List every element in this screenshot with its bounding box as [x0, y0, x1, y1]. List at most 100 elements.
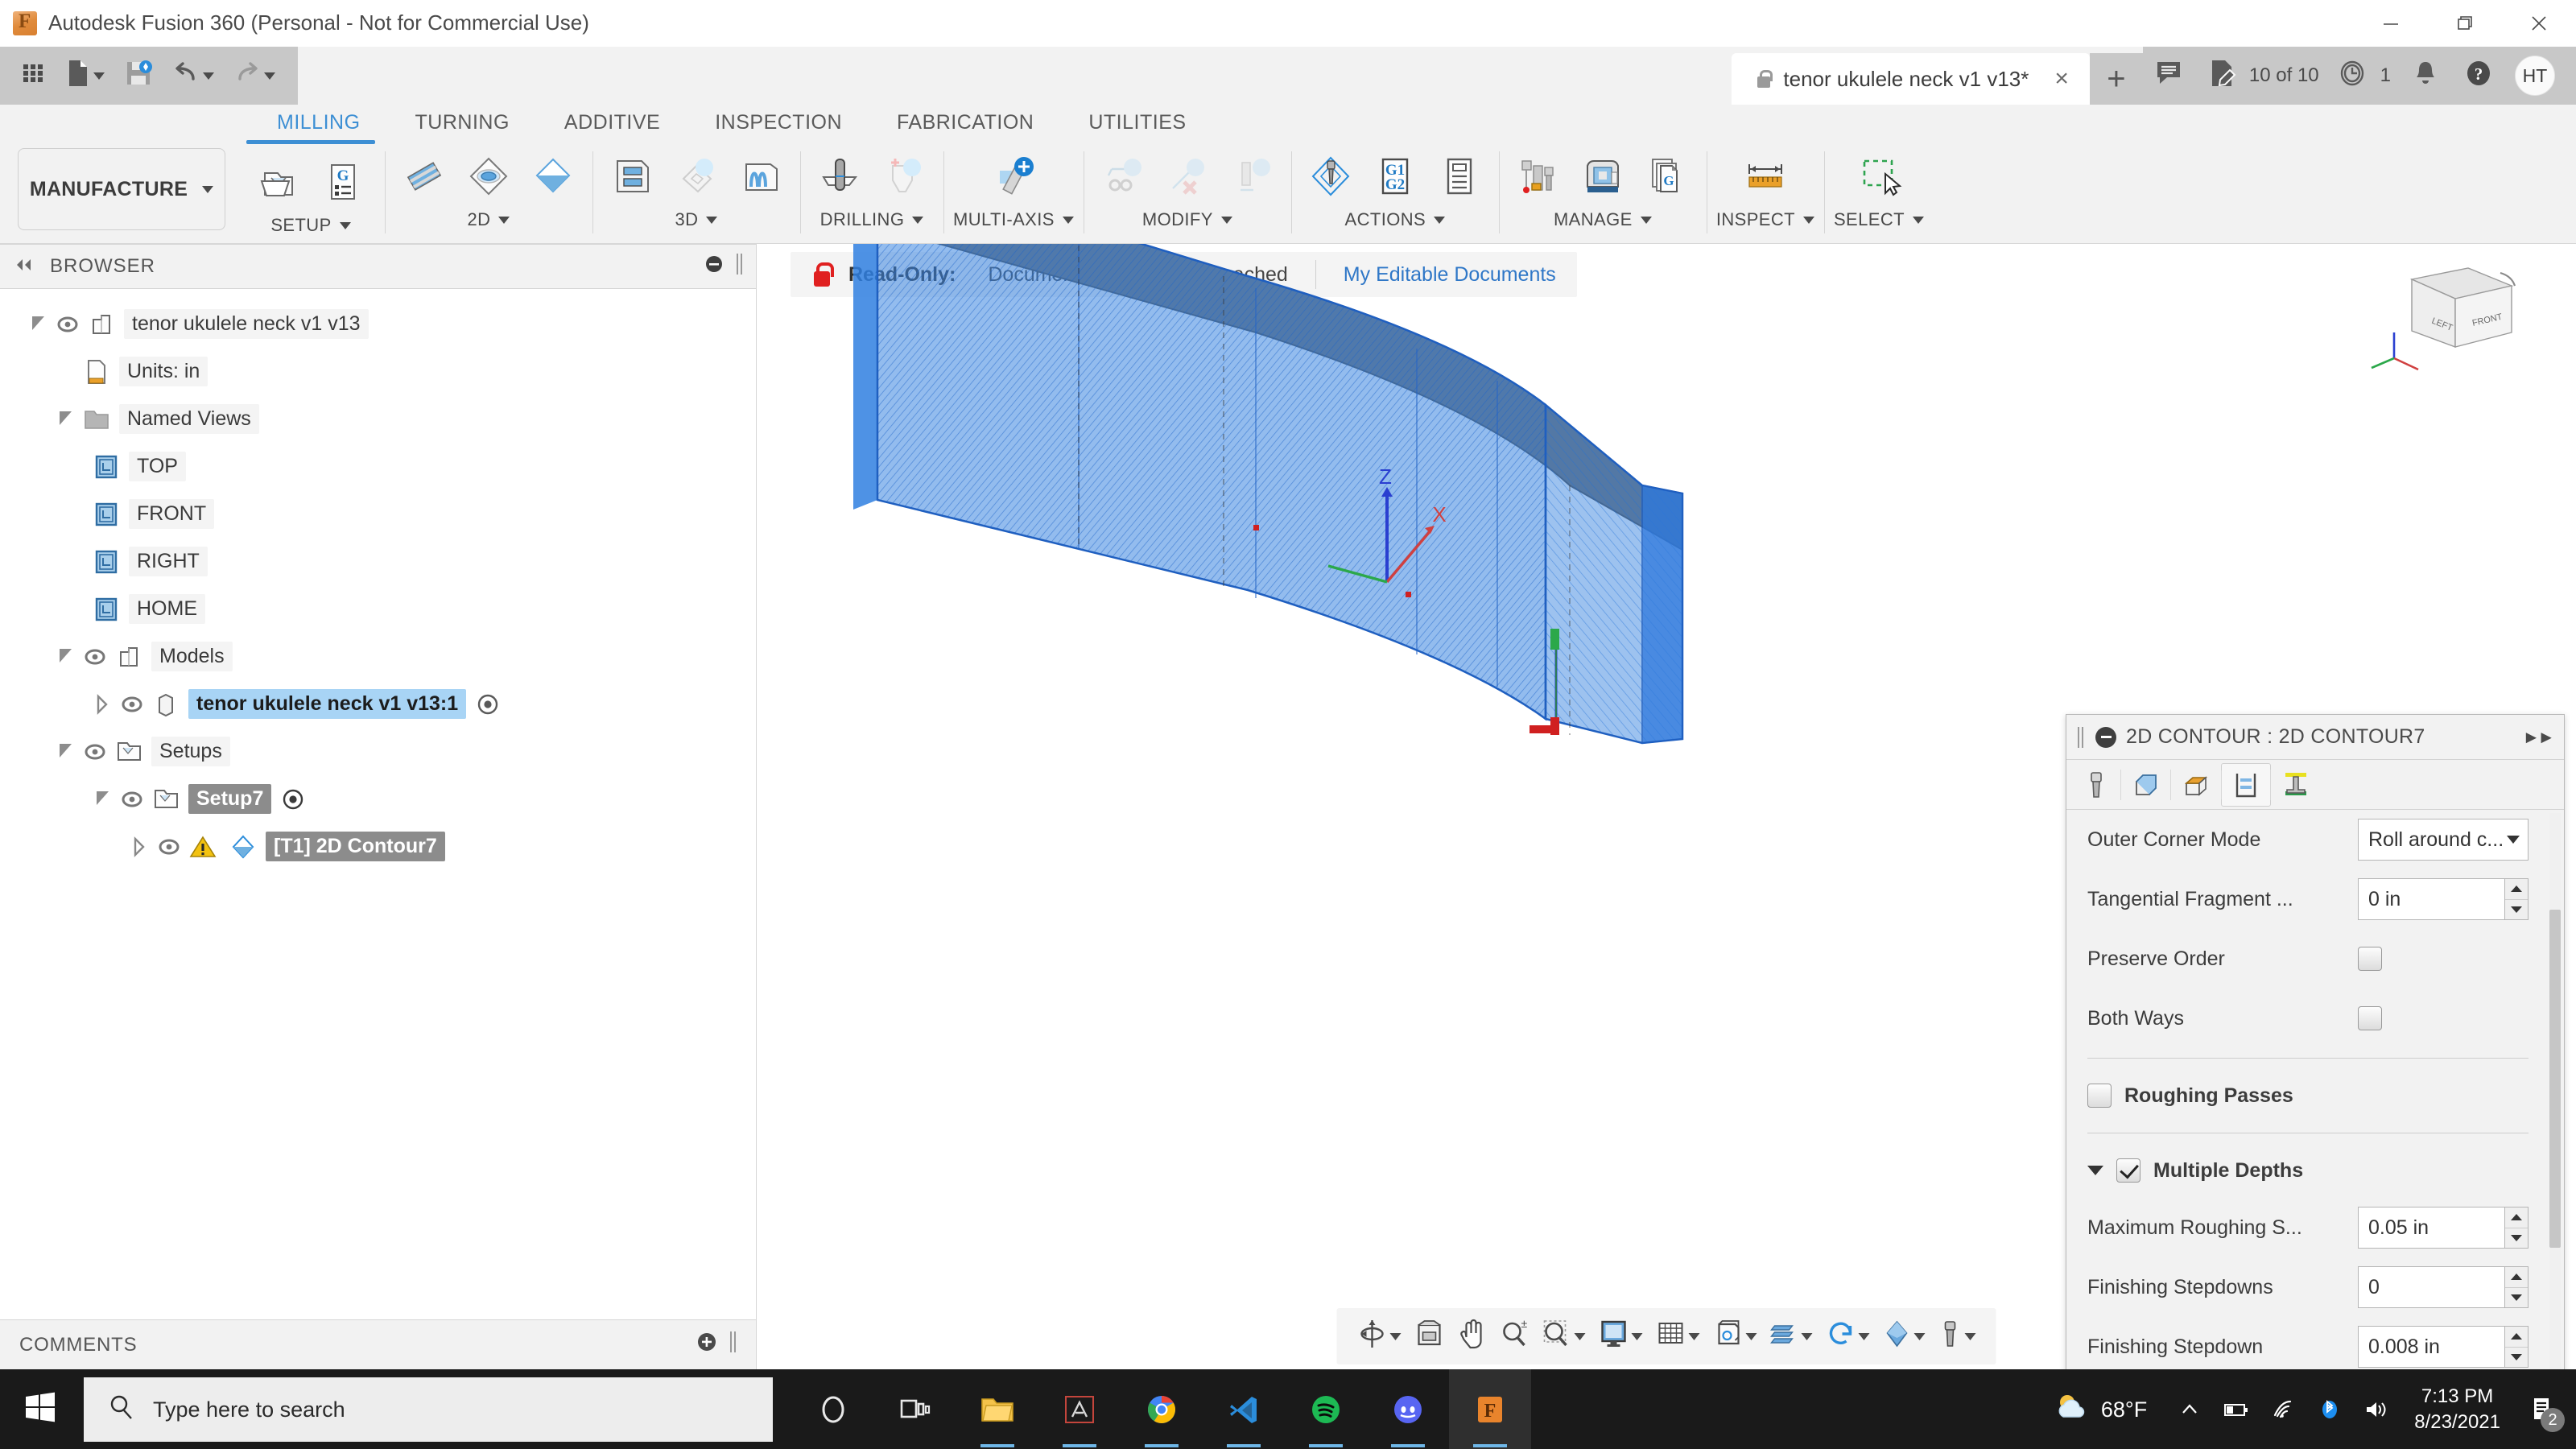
- redo-button[interactable]: [225, 53, 283, 98]
- autocad-button[interactable]: [1038, 1369, 1121, 1449]
- view-cube[interactable]: LEFT FRONT: [2362, 262, 2531, 382]
- stepper-buttons[interactable]: [2504, 1326, 2529, 1368]
- weather-widget[interactable]: 68°F: [2033, 1391, 2166, 1429]
- machine-library-button[interactable]: [1573, 147, 1633, 206]
- generate-nc-setup-button[interactable]: G: [313, 152, 373, 212]
- pocket-clearing-button[interactable]: [667, 147, 726, 206]
- avatar[interactable]: HT: [2515, 56, 2555, 96]
- tool-library-button[interactable]: [1509, 147, 1568, 206]
- wifi-icon[interactable]: [2260, 1369, 2306, 1449]
- dialog-grip-icon[interactable]: [2078, 726, 2086, 748]
- expander-right-icon[interactable]: [89, 693, 116, 715]
- dialog-collapse-icon[interactable]: [2095, 726, 2116, 748]
- tab-geometry[interactable]: [2120, 763, 2171, 807]
- stepper-buttons[interactable]: [2504, 1266, 2529, 1308]
- visibility-eye-icon[interactable]: [116, 688, 148, 720]
- search-box[interactable]: Type here to search: [84, 1377, 773, 1442]
- appearance-button[interactable]: [1877, 1313, 1931, 1360]
- multiaxis-contour-button[interactable]: [979, 147, 1048, 206]
- trim-button[interactable]: [1093, 147, 1153, 206]
- help-button[interactable]: ?: [2452, 47, 2505, 105]
- tool-library-modify-button[interactable]: [1222, 147, 1282, 206]
- expander-right-icon[interactable]: [126, 836, 153, 857]
- tool-display-button[interactable]: [1933, 1313, 1982, 1360]
- cortana-button[interactable]: [792, 1369, 874, 1449]
- adaptive-clearing-button[interactable]: [602, 147, 662, 206]
- tab-tool[interactable]: [2071, 763, 2121, 807]
- undo-button[interactable]: [164, 53, 222, 98]
- tab-linking[interactable]: [2270, 763, 2321, 807]
- close-icon[interactable]: ×: [2054, 67, 2069, 91]
- notification-center-button[interactable]: 2: [2515, 1369, 2571, 1449]
- drill-button[interactable]: [810, 147, 869, 206]
- group-multiple-depths[interactable]: Multiple Depths: [2066, 1143, 2561, 1198]
- tab-utilities[interactable]: UTILITIES: [1061, 105, 1213, 140]
- target-icon[interactable]: [281, 787, 305, 811]
- file-explorer-button[interactable]: [956, 1369, 1038, 1449]
- bore-button[interactable]: [874, 147, 934, 206]
- expander-down-icon[interactable]: [24, 316, 52, 330]
- tangential-fragment-input[interactable]: 0 in: [2358, 878, 2529, 920]
- tab-inspection[interactable]: INSPECTION: [687, 105, 869, 140]
- taskbar-clock[interactable]: 7:13 PM 8/23/2021: [2400, 1384, 2515, 1435]
- browser-grip-icon[interactable]: [735, 253, 743, 280]
- volume-icon[interactable]: [2353, 1369, 2400, 1449]
- dialog-expand-icon[interactable]: ►►: [2522, 727, 2555, 748]
- expander-down-icon[interactable]: [52, 743, 79, 758]
- nc-programs-button[interactable]: G: [1637, 147, 1697, 206]
- finishing-stepdowns-input[interactable]: 0: [2358, 1266, 2529, 1308]
- stepper-down[interactable]: [2505, 1348, 2528, 1368]
- visibility-eye-icon[interactable]: [116, 783, 148, 815]
- viewport[interactable]: Read-Only: Document limit has been reach…: [757, 244, 2576, 1369]
- chrome-button[interactable]: [1121, 1369, 1203, 1449]
- expander-down-icon[interactable]: [52, 648, 79, 663]
- comments-bar[interactable]: COMMENTS: [0, 1319, 756, 1369]
- discord-button[interactable]: [1367, 1369, 1449, 1449]
- tree-row-view-top[interactable]: TOP: [0, 443, 756, 490]
- post-process-button[interactable]: G1 G2: [1365, 147, 1425, 206]
- add-comment-icon[interactable]: [696, 1331, 717, 1358]
- delete-button[interactable]: [1158, 147, 1217, 206]
- maximize-restore-button[interactable]: [2428, 0, 2502, 47]
- orbit-button[interactable]: [1352, 1313, 1407, 1360]
- tree-row-root-document[interactable]: tenor ukulele neck v1 v13: [0, 300, 756, 348]
- visibility-eye-icon[interactable]: [52, 308, 84, 341]
- finishing-stepdown-input[interactable]: 0.008 in: [2358, 1326, 2529, 1368]
- tab-turning[interactable]: TURNING: [388, 105, 537, 140]
- comments-button[interactable]: [2143, 47, 2196, 105]
- fusion360-button[interactable]: F: [1449, 1369, 1531, 1449]
- stepper-up[interactable]: [2505, 1267, 2528, 1288]
- simulation-button[interactable]: [1820, 1313, 1876, 1360]
- tree-row-view-front[interactable]: FRONT: [0, 490, 756, 538]
- tree-row-view-right[interactable]: RIGHT: [0, 538, 756, 585]
- visibility-eye-icon[interactable]: [79, 641, 111, 673]
- collapse-left-icon[interactable]: [13, 255, 35, 279]
- stepper-down[interactable]: [2505, 1228, 2528, 1249]
- roughing-passes-checkbox[interactable]: [2087, 1084, 2112, 1108]
- editable-documents-button[interactable]: [2196, 47, 2249, 105]
- new-design-button[interactable]: [58, 53, 113, 98]
- minimize-button[interactable]: [2354, 0, 2428, 47]
- stepper-up[interactable]: [2505, 1327, 2528, 1348]
- stepper-buttons[interactable]: [2504, 1207, 2529, 1249]
- tab-fabrication[interactable]: FABRICATION: [869, 105, 1061, 140]
- notifications-button[interactable]: [2399, 47, 2452, 105]
- select-button[interactable]: [1844, 147, 1913, 206]
- visibility-eye-icon[interactable]: [79, 736, 111, 768]
- setup-button[interactable]: [249, 152, 308, 212]
- both-ways-checkbox[interactable]: [2358, 1006, 2382, 1030]
- battery-icon[interactable]: [2213, 1369, 2260, 1449]
- start-button[interactable]: [0, 1369, 80, 1449]
- parallel-button[interactable]: [731, 147, 791, 206]
- new-tab-button[interactable]: +: [2089, 53, 2143, 105]
- target-icon[interactable]: [476, 692, 500, 716]
- tree-row-setups[interactable]: Setups: [0, 728, 756, 775]
- stock-visibility-button[interactable]: [1765, 1313, 1818, 1360]
- scrollbar-thumb[interactable]: [2549, 910, 2561, 1248]
- job-status-button[interactable]: [2327, 47, 2380, 105]
- stepper-up[interactable]: [2505, 879, 2528, 900]
- maximum-roughing-stepdown-input[interactable]: 0.05 in: [2358, 1207, 2529, 1249]
- data-panel-button[interactable]: [11, 53, 55, 98]
- zoom-button[interactable]: ±: [1494, 1313, 1534, 1360]
- comments-grip-icon[interactable]: [729, 1331, 737, 1358]
